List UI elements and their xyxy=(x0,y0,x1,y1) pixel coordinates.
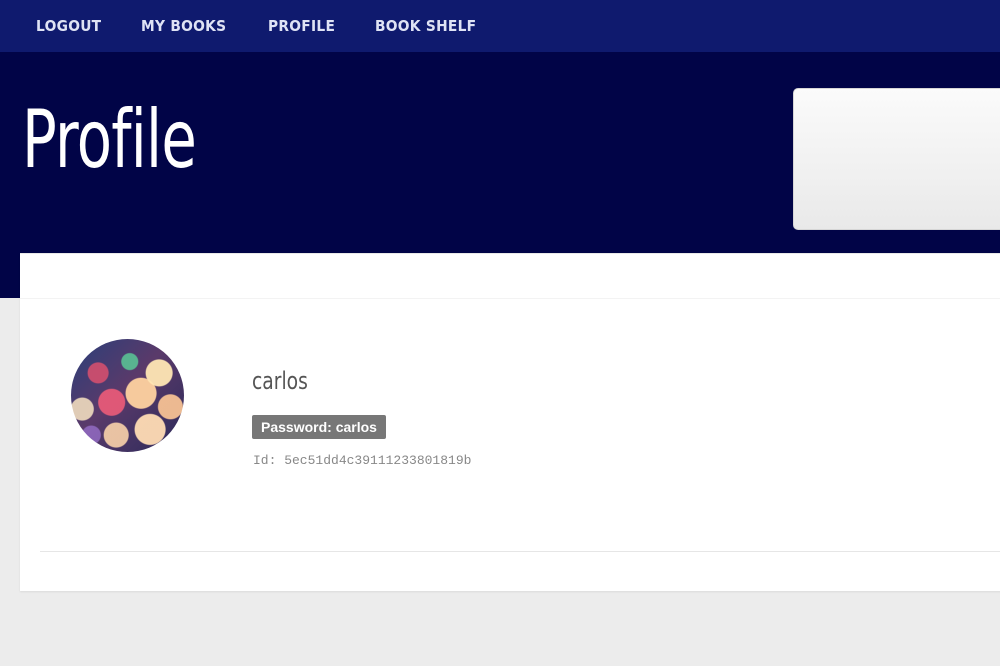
top-navigation: LOGOUT MY BOOKS PROFILE BOOK SHELF xyxy=(0,0,1000,52)
nav-profile[interactable]: PROFILE xyxy=(268,17,335,35)
page-title: Profile xyxy=(22,93,197,186)
user-id: Id: 5ec51dd4c39111233801819b xyxy=(253,453,472,468)
username: carlos xyxy=(252,367,308,395)
hero-panel xyxy=(793,88,1000,230)
card-divider-top xyxy=(20,298,1000,299)
nav-my-books[interactable]: MY BOOKS xyxy=(141,17,226,35)
nav-logout[interactable]: LOGOUT xyxy=(36,17,101,35)
nav-book-shelf[interactable]: BOOK SHELF xyxy=(375,17,476,35)
card-divider-bottom xyxy=(40,551,1000,552)
profile-card: carlos Password: carlos Id: 5ec51dd4c391… xyxy=(20,253,1000,591)
password-badge: Password: carlos xyxy=(252,415,386,439)
avatar xyxy=(71,339,184,452)
